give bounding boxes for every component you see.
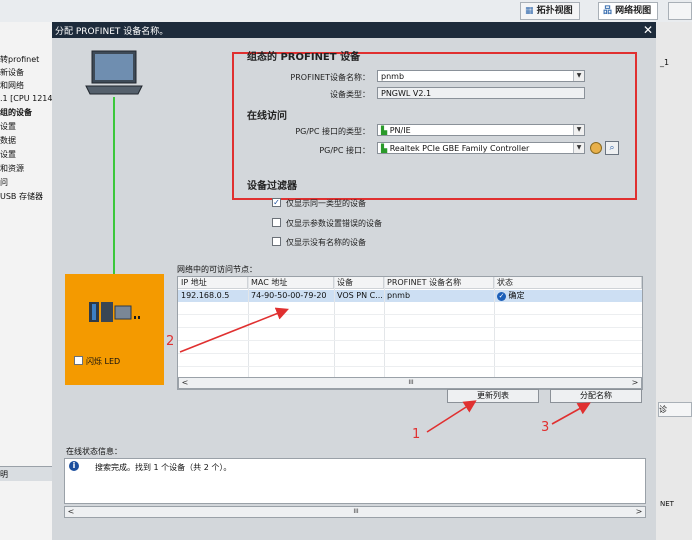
annotation-arrows (179, 307, 591, 433)
annotation-number-2: 2 (166, 334, 175, 349)
annotation-number-3: 3 (541, 420, 550, 435)
annotation-number-1: 1 (412, 427, 421, 442)
